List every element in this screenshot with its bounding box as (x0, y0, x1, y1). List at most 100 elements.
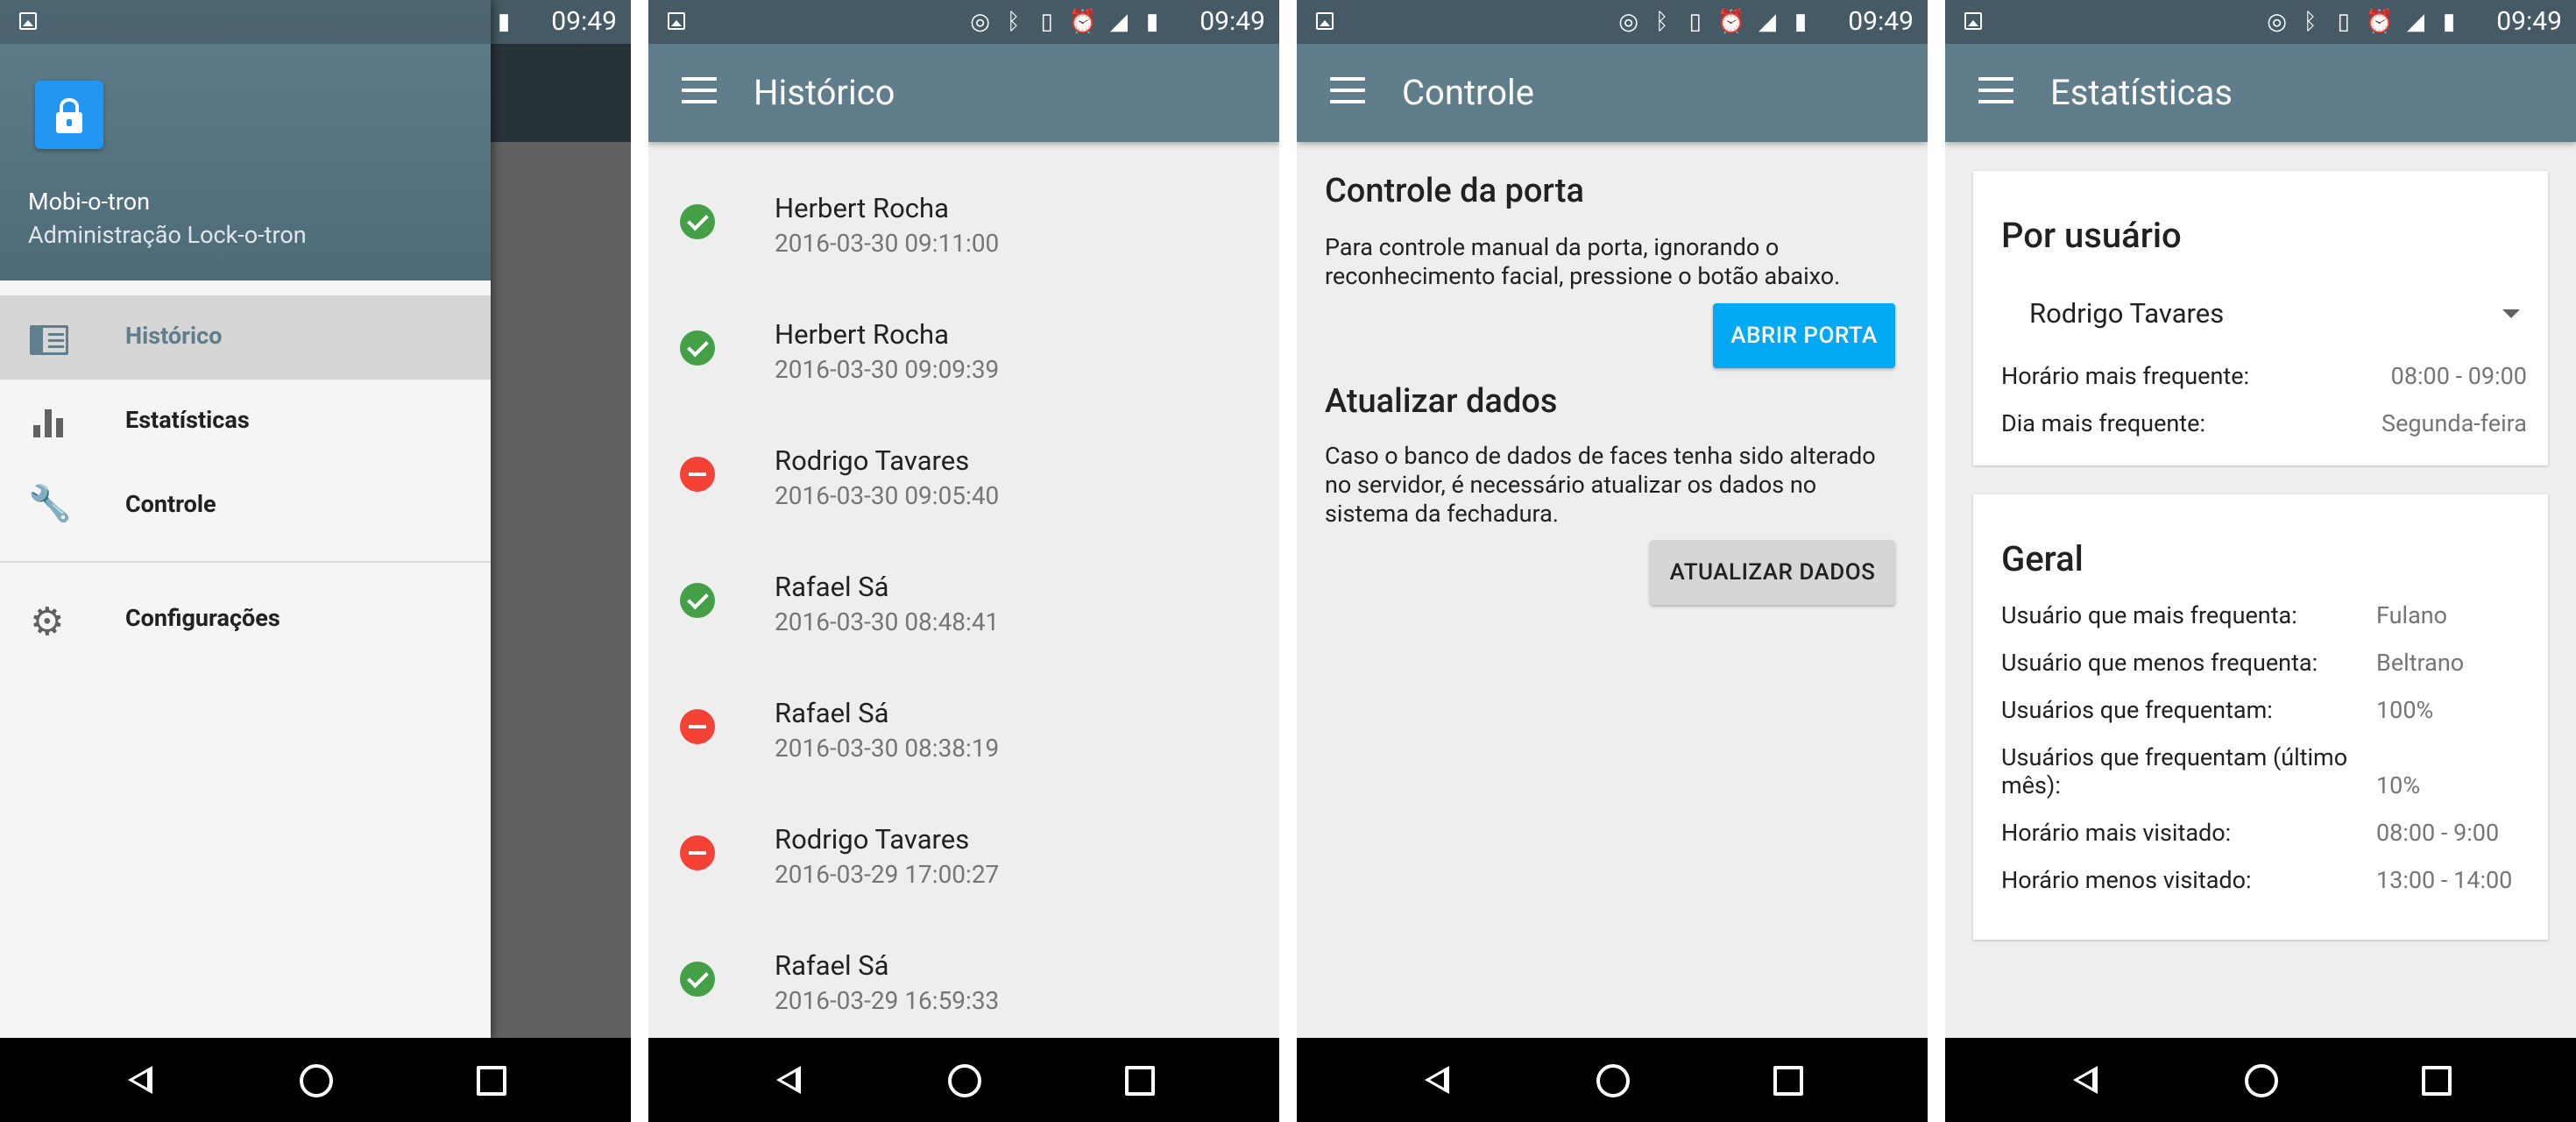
menu-icon[interactable] (1978, 77, 2013, 107)
history-datetime: 2016-03-30 09:05:40 (775, 481, 1000, 510)
home-icon[interactable] (2241, 1061, 2280, 1099)
drawer-divider (0, 561, 491, 563)
system-nav-bar (1297, 1038, 1928, 1122)
drawer-screen: ◎ ᛒ ▯ ⏰ ◢ ▮ 09:49 Mobi-o-tron Administra… (0, 0, 631, 1122)
stat-label-line1: Usuários que frequentam (último (2001, 743, 2348, 771)
recents-icon[interactable] (471, 1061, 510, 1099)
history-datetime: 2016-03-30 08:38:19 (775, 734, 1000, 763)
stat-value: 08:00 - 09:00 (2390, 362, 2527, 390)
bluetooth-icon: ᛒ (1654, 9, 1669, 35)
gear-icon: ⚙ (30, 599, 65, 644)
user-select-value: Rodrigo Tavares (2029, 297, 2225, 330)
recents-icon[interactable] (1120, 1061, 1158, 1099)
history-icon (30, 325, 68, 355)
hotspot-icon: ◎ (970, 9, 990, 35)
general-card: Geral Usuário que mais frequenta: Fulano… (1973, 494, 2548, 940)
stat-label: Horário mais frequente: (2001, 362, 2250, 390)
stat-label: Dia mais frequente: (2001, 409, 2205, 437)
stat-row: Usuário que mais frequenta: Fulano (2001, 601, 2527, 629)
back-icon[interactable] (123, 1061, 161, 1099)
menu-icon[interactable] (1330, 77, 1365, 107)
app-bar: Estatísticas (1945, 44, 2576, 142)
stat-label: Usuário que mais frequenta: (2001, 601, 2297, 629)
bluetooth-icon: ᛒ (1006, 9, 1021, 35)
history-user-name: Herbert Rocha (775, 318, 949, 351)
per-user-card: Por usuário Rodrigo Tavares Horário mais… (1973, 171, 2548, 465)
photo-icon (668, 12, 685, 30)
bar-chart-icon (33, 409, 65, 437)
stat-value: Fulano (2376, 601, 2448, 629)
update-data-text-line1: Caso o banco de dados de faces tenha sid… (1325, 442, 1876, 470)
history-user-name: Rafael Sá (775, 571, 889, 603)
history-list-item[interactable]: Rafael Sá 2016-03-30 08:48:41 (648, 532, 1279, 658)
check-icon (680, 330, 715, 366)
history-list-item[interactable]: Rodrigo Tavares 2016-03-30 09:05:40 (648, 406, 1279, 532)
history-list-item[interactable]: Rafael Sá 2016-03-29 16:59:33 (648, 911, 1279, 1037)
drawer-status-bar (0, 0, 491, 44)
drawer-item-historico[interactable]: Histórico (0, 295, 491, 380)
denied-icon (680, 457, 715, 492)
general-heading: Geral (2001, 538, 2084, 579)
history-user-name: Rodrigo Tavares (775, 444, 970, 477)
stat-value: Segunda-feira (2381, 409, 2527, 437)
stat-row: Usuários que frequentam (último (2001, 743, 2527, 771)
stat-row: Usuários que frequentam: 100% (2001, 696, 2527, 724)
recents-icon[interactable] (2417, 1061, 2455, 1099)
update-data-button[interactable]: ATUALIZAR DADOS (1650, 540, 1895, 605)
wrench-icon: 🔧 (28, 483, 72, 524)
drawer-item-label: Configurações (125, 604, 280, 632)
home-icon[interactable] (1593, 1061, 1631, 1099)
vibrate-icon: ▯ (1688, 9, 1702, 35)
status-time: 09:49 (1848, 6, 1914, 37)
history-datetime: 2016-03-29 17:00:27 (775, 860, 1000, 889)
status-time: 09:49 (1200, 6, 1265, 37)
menu-icon[interactable] (682, 77, 717, 107)
drawer-item-estatisticas[interactable]: Estatísticas (0, 380, 491, 464)
history-list-item[interactable]: Rodrigo Tavares 2016-03-29 17:00:27 (648, 785, 1279, 911)
update-data-heading: Atualizar dados (1325, 382, 1558, 421)
history-screen: ◎ ᛒ ▯ ⏰ ◢ ▮ 09:49 Histórico Herbert Roch… (648, 0, 1279, 1122)
alarm-icon: ⏰ (2365, 9, 2394, 35)
status-bar: ◎ ᛒ ▯ ⏰ ◢ ▮ 09:49 (1945, 0, 2576, 44)
app-bar: Histórico (648, 44, 1279, 142)
drawer-item-configuracoes[interactable]: ⚙ Configurações (0, 578, 491, 662)
signal-icon: ◢ (1110, 9, 1128, 35)
alarm-icon: ⏰ (1716, 9, 1745, 35)
recents-icon[interactable] (1768, 1061, 1807, 1099)
history-list-item[interactable]: Herbert Rocha 2016-03-30 09:09:39 (648, 280, 1279, 406)
home-icon[interactable] (945, 1061, 983, 1099)
bluetooth-icon: ᛒ (2303, 9, 2318, 35)
stat-value: 10% (2376, 771, 2421, 799)
navigation-drawer: Mobi-o-tron Administração Lock-o-tron Hi… (0, 0, 491, 1038)
back-icon[interactable] (2068, 1061, 2106, 1099)
history-datetime: 2016-03-30 08:48:41 (775, 607, 1000, 636)
app-subtitle: Administração Lock-o-tron (28, 221, 307, 249)
denied-icon (680, 835, 715, 870)
photo-icon (1316, 12, 1334, 30)
history-datetime: 2016-03-30 09:11:00 (775, 229, 1000, 258)
history-list-item[interactable]: Herbert Rocha 2016-03-30 09:11:00 (648, 153, 1279, 280)
drawer-item-controle[interactable]: 🔧 Controle (0, 464, 491, 548)
battery-icon: ▮ (1145, 9, 1159, 35)
back-icon[interactable] (771, 1061, 810, 1099)
stat-row: Horário menos visitado: 13:00 - 14:00 (2001, 866, 2527, 894)
app-name: Mobi-o-tron (28, 188, 151, 216)
signal-icon: ◢ (2407, 9, 2424, 35)
stat-value: Beltrano (2376, 649, 2465, 677)
history-datetime: 2016-03-30 09:09:39 (775, 355, 1000, 384)
user-select[interactable]: Rodrigo Tavares (2029, 297, 2520, 352)
system-nav-bar (0, 1038, 631, 1122)
drawer-scrim[interactable] (491, 142, 631, 1038)
drawer-item-label: Histórico (125, 322, 223, 350)
history-list-item[interactable]: Rafael Sá 2016-03-30 08:38:19 (648, 658, 1279, 785)
dropdown-arrow-icon (2502, 309, 2520, 318)
system-nav-bar (648, 1038, 1279, 1122)
stat-value: 100% (2376, 696, 2434, 724)
open-door-button[interactable]: ABRIR PORTA (1713, 303, 1895, 368)
back-icon[interactable] (1419, 1061, 1458, 1099)
history-datetime: 2016-03-29 16:59:33 (775, 986, 1000, 1015)
home-icon[interactable] (296, 1061, 335, 1099)
stat-row: Horário mais visitado: 08:00 - 9:00 (2001, 819, 2527, 847)
check-icon (680, 583, 715, 618)
stat-row: Dia mais frequente: Segunda-feira (2001, 409, 2527, 437)
